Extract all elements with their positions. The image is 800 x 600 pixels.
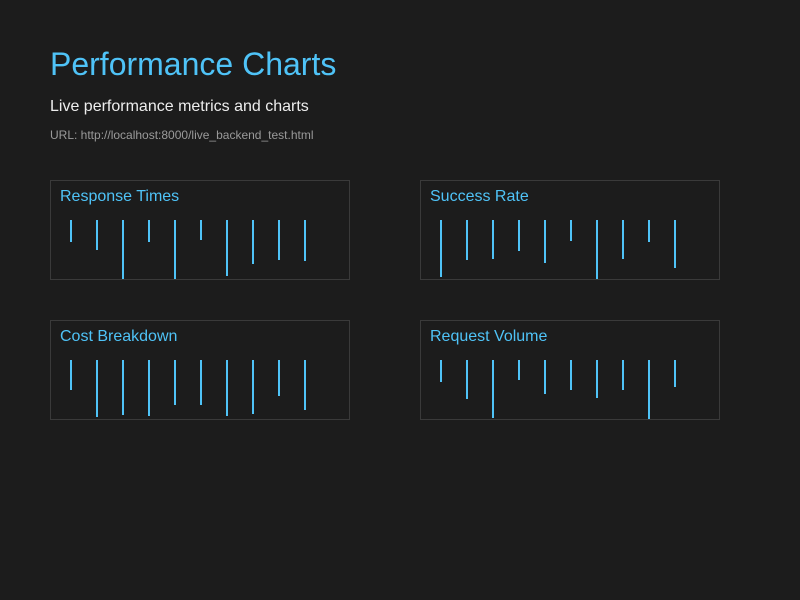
chart-card-cost-breakdown: Cost Breakdown <box>50 320 350 420</box>
url-text: URL: http://localhost:8000/live_backend_… <box>50 128 314 142</box>
chart-svg <box>440 360 676 419</box>
page-subtitle: Live performance metrics and charts <box>50 98 309 115</box>
page-title: Performance Charts <box>50 46 337 82</box>
page: Performance Charts Live performance metr… <box>0 0 800 600</box>
chart-svg <box>70 360 306 417</box>
chart-card-response-times: Response Times <box>50 180 350 280</box>
chart-card-request-volume: Request Volume <box>420 320 720 420</box>
chart-card-success-rate: Success Rate <box>420 180 720 280</box>
chart-svg <box>70 220 306 279</box>
chart-svg <box>440 220 676 279</box>
